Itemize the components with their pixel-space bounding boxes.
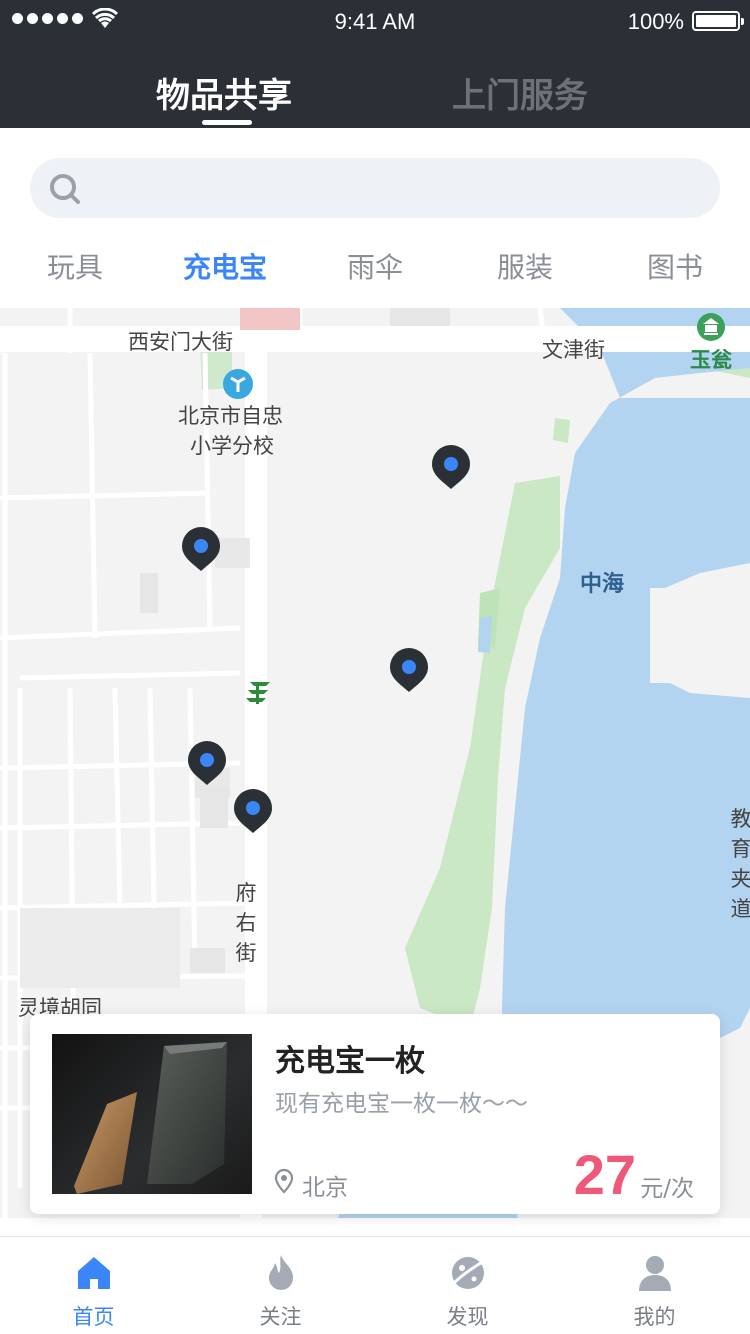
map-label-street: 教育夹道 bbox=[730, 807, 750, 921]
post-office-icon bbox=[246, 682, 270, 704]
battery-percent: 100% bbox=[627, 9, 684, 34]
product-image bbox=[52, 1034, 252, 1194]
user-icon bbox=[639, 1256, 671, 1291]
tab-home[interactable]: 首页 bbox=[0, 1237, 187, 1334]
category-power-bank[interactable]: 充电宝 bbox=[150, 246, 300, 286]
bottom-tab-bar: 首页 关注 发现 我的 bbox=[0, 1236, 750, 1334]
flame-icon bbox=[269, 1255, 293, 1290]
school-icon bbox=[223, 369, 253, 399]
map-pin[interactable] bbox=[430, 443, 472, 491]
map-label-street: 西安门大街 bbox=[128, 330, 233, 354]
active-tab-indicator bbox=[202, 120, 252, 125]
map-label-place: 玉瓮 bbox=[690, 348, 732, 372]
category-toys[interactable]: 玩具 bbox=[0, 246, 150, 286]
map-label-lake: 中海 bbox=[580, 572, 625, 597]
app-header: 9:41 AM 100% 物品共享 上门服务 bbox=[0, 0, 750, 128]
item-price: 27 bbox=[573, 1143, 636, 1206]
search-input[interactable] bbox=[30, 158, 720, 218]
map-pin[interactable] bbox=[388, 646, 430, 694]
item-title: 充电宝一枚 bbox=[275, 1044, 425, 1079]
tab-item-sharing[interactable]: 物品共享 bbox=[156, 68, 292, 117]
battery-icon bbox=[692, 11, 744, 31]
item-description: 现有充电宝一枚一枚～～ bbox=[275, 1091, 528, 1117]
tab-discover[interactable]: 发现 bbox=[374, 1237, 561, 1334]
search-icon bbox=[50, 174, 80, 204]
tab-label: 首页 bbox=[72, 1305, 115, 1329]
map-label-school: 小学分校 bbox=[190, 434, 274, 458]
tab-label: 我的 bbox=[633, 1305, 676, 1329]
tab-home-service[interactable]: 上门服务 bbox=[452, 68, 588, 117]
museum-icon bbox=[697, 313, 725, 341]
tab-label: 关注 bbox=[259, 1305, 302, 1329]
status-bar: 9:41 AM 100% bbox=[0, 0, 750, 44]
map-pin[interactable] bbox=[232, 787, 274, 835]
tab-follow[interactable]: 关注 bbox=[187, 1237, 374, 1334]
map-pin[interactable] bbox=[180, 525, 222, 573]
tab-mine[interactable]: 我的 bbox=[561, 1237, 748, 1334]
planet-icon bbox=[452, 1257, 485, 1289]
category-tabs: 玩具 充电宝 雨伞 服装 图书 bbox=[0, 236, 750, 296]
item-card[interactable]: 充电宝一枚 现有充电宝一枚一枚～～ 北京 27 元/次 bbox=[30, 1014, 720, 1214]
map-pin[interactable] bbox=[186, 739, 228, 787]
location-icon bbox=[274, 1168, 294, 1194]
item-location: 北京 bbox=[302, 1175, 348, 1201]
map-label-school: 北京市自忠 bbox=[178, 404, 283, 428]
map-label-street: 府右街 bbox=[235, 881, 257, 965]
price-unit: 元/次 bbox=[640, 1176, 694, 1202]
category-books[interactable]: 图书 bbox=[600, 246, 750, 286]
home-icon bbox=[78, 1257, 110, 1289]
map-label-street: 文津街 bbox=[542, 338, 605, 362]
category-clothing[interactable]: 服装 bbox=[450, 246, 600, 286]
category-umbrella[interactable]: 雨伞 bbox=[300, 246, 450, 286]
tab-label: 发现 bbox=[446, 1305, 489, 1329]
